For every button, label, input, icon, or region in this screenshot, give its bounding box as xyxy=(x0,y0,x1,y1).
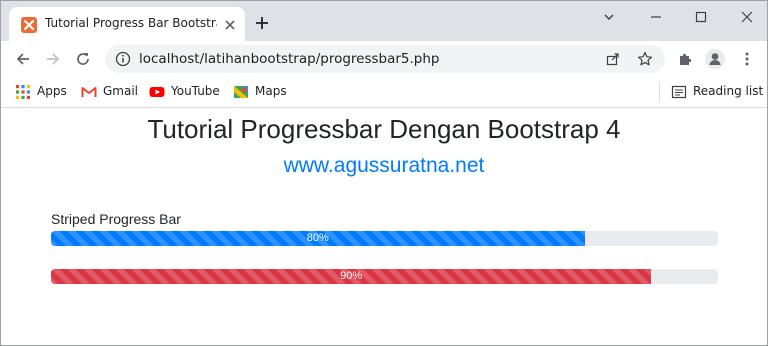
back-arrow-icon[interactable] xyxy=(15,51,31,67)
bookmark-label: YouTube xyxy=(171,84,220,98)
tab-search-chevron-icon[interactable] xyxy=(601,9,617,25)
maps-icon xyxy=(233,84,249,100)
bookmark-label: Maps xyxy=(255,84,287,98)
gmail-icon xyxy=(81,84,97,100)
section-label: Striped Progress Bar xyxy=(51,211,181,227)
maximize-icon[interactable] xyxy=(693,9,709,25)
progress-bar-blue: 80% xyxy=(51,231,585,246)
xampp-favicon-icon xyxy=(21,17,37,33)
new-tab-icon[interactable] xyxy=(255,15,269,29)
progress-track: 90% xyxy=(51,269,718,284)
progress-bar-red: 90% xyxy=(51,269,652,284)
address-bar[interactable]: localhost/latihanbootstrap/progressbar5.… xyxy=(105,45,665,73)
browser-tab[interactable]: Tutorial Progress Bar Bootstrap 4 xyxy=(9,7,245,41)
close-window-icon[interactable] xyxy=(739,9,755,25)
reload-icon[interactable] xyxy=(75,51,91,67)
bookmarks-separator xyxy=(659,81,660,103)
bookmark-star-icon[interactable] xyxy=(637,51,653,67)
share-icon[interactable] xyxy=(605,51,621,67)
browser-toolbar: localhost/latihanbootstrap/progressbar5.… xyxy=(1,41,767,77)
browser-menu-icon[interactable] xyxy=(739,51,755,67)
bookmarks-bar: Apps Gmail YouTube Maps Reading list xyxy=(1,77,767,108)
page-title: Tutorial Progressbar Dengan Bootstrap 4 xyxy=(147,114,621,144)
tab-close-icon[interactable] xyxy=(223,17,237,31)
tab-strip: Tutorial Progress Bar Bootstrap 4 xyxy=(1,1,767,41)
browser-window: Tutorial Progress Bar Bootstrap 4 xyxy=(0,0,768,346)
url-text[interactable]: localhost/latihanbootstrap/progressbar5.… xyxy=(139,51,440,67)
youtube-icon xyxy=(149,84,165,100)
progress-track: 80% xyxy=(51,231,718,246)
minimize-icon[interactable] xyxy=(648,9,664,25)
extensions-puzzle-icon[interactable] xyxy=(677,51,693,67)
profile-avatar-icon[interactable] xyxy=(705,49,725,69)
forward-arrow-icon[interactable] xyxy=(45,51,61,67)
bookmark-label: Gmail xyxy=(103,84,139,98)
site-info-icon[interactable] xyxy=(115,51,131,67)
bookmark-label: Apps xyxy=(37,84,67,98)
tab-title: Tutorial Progress Bar Bootstrap 4 xyxy=(45,16,217,30)
reading-list-icon xyxy=(671,84,687,100)
site-link[interactable]: www.agussuratna.net xyxy=(1,154,767,178)
reading-list-label: Reading list xyxy=(693,84,764,98)
apps-grid-icon xyxy=(15,84,31,100)
page-content: Tutorial Progressbar Dengan Bootstrap 4 … xyxy=(1,108,767,345)
